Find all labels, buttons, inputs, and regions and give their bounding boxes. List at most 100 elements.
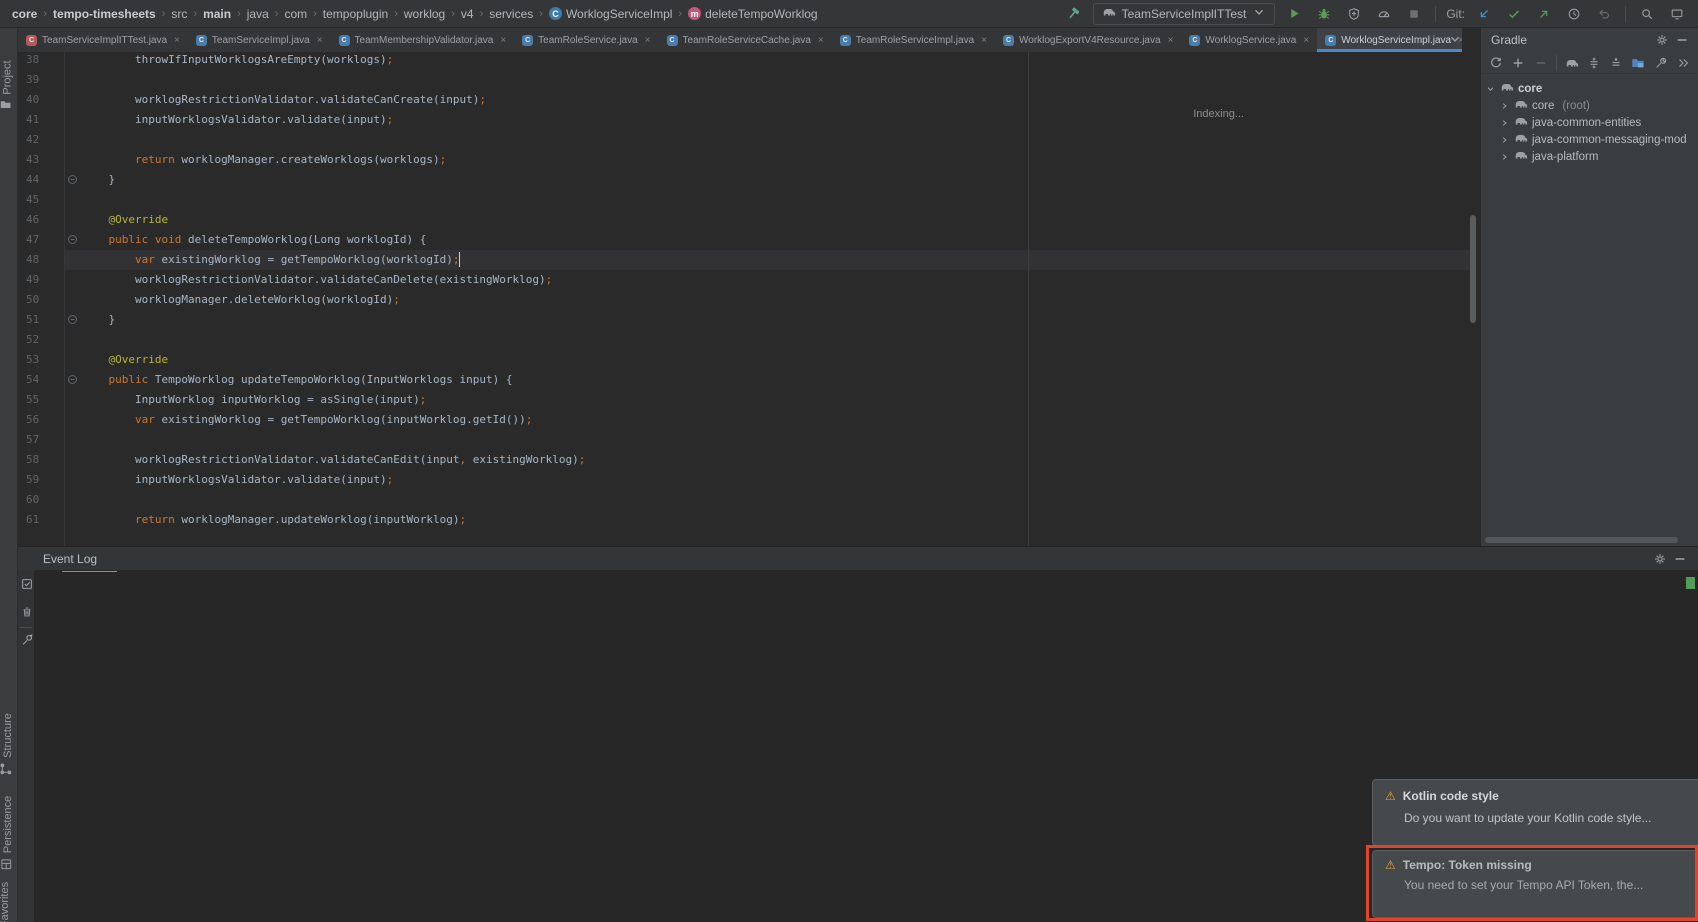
fold-marker[interactable]: −	[68, 235, 77, 244]
breadcrumb-item[interactable]: CWorklogServiceImpl	[547, 7, 674, 21]
more-icon[interactable]	[1674, 54, 1692, 72]
tab-close-icon[interactable]: ×	[981, 35, 987, 46]
breadcrumb-item[interactable]: mdeleteTempoWorklog	[686, 7, 820, 21]
fold-marker[interactable]: −	[68, 315, 77, 324]
stop-button[interactable]	[1403, 3, 1425, 25]
breadcrumb-item[interactable]: services	[487, 7, 535, 21]
remove-icon[interactable]	[1531, 54, 1549, 72]
breadcrumb-item[interactable]: java	[245, 7, 271, 21]
editor-vertical-scrollbar[interactable]	[1470, 215, 1476, 323]
tool-button-structure[interactable]: Structure	[0, 713, 16, 776]
search-everywhere-button[interactable]	[1636, 3, 1658, 25]
chevron-right-icon[interactable]	[1499, 116, 1510, 130]
tab-close-icon[interactable]: ×	[1303, 35, 1309, 46]
gear-icon[interactable]	[1644, 787, 1664, 805]
minimize-icon[interactable]	[1670, 550, 1690, 568]
breadcrumb-item[interactable]: tempoplugin	[321, 7, 390, 21]
expand-all-icon[interactable]	[1585, 54, 1603, 72]
main-toolbar: core›tempo-timesheets›src›main›java›com›…	[0, 0, 1698, 28]
git-commit-button[interactable]	[1503, 3, 1525, 25]
chevron-down-icon[interactable]	[1671, 876, 1691, 894]
git-update-button[interactable]	[1473, 3, 1495, 25]
breadcrumb-item[interactable]: com	[282, 7, 309, 21]
run-button[interactable]	[1283, 3, 1305, 25]
breadcrumb-item[interactable]: core	[10, 7, 39, 21]
tab-TeamRoleService.java[interactable]: CTeamRoleService.java×	[514, 28, 658, 52]
breadcrumb-item[interactable]: worklog	[402, 7, 447, 21]
tool-button-favorites[interactable]: ★Favorites	[0, 882, 11, 922]
chevron-right-icon[interactable]	[1499, 133, 1510, 147]
collapse-all-icon[interactable]	[1607, 54, 1625, 72]
tab-close-icon[interactable]: ×	[1168, 35, 1174, 46]
chevron-down-icon[interactable]	[1671, 809, 1691, 827]
code-line: inputWorklogsValidator.validate(input);	[82, 470, 393, 490]
tab-TeamRoleServiceImpl.java[interactable]: CTeamRoleServiceImpl.java×	[832, 28, 995, 52]
breadcrumb-item[interactable]: tempo-timesheets	[51, 7, 158, 21]
hidden-tabs-chevron-icon[interactable]	[1448, 32, 1462, 49]
fold-marker[interactable]: −	[68, 375, 77, 384]
refresh-icon[interactable]	[1487, 54, 1505, 72]
clipped-link[interactable]	[62, 570, 117, 572]
code-token: return	[135, 513, 175, 526]
gear-icon[interactable]	[1650, 550, 1670, 568]
add-icon[interactable]	[1509, 54, 1527, 72]
tab-WorklogServiceImpl.java[interactable]: CWorklogServiceImpl.java×	[1317, 28, 1462, 52]
tab-TeamRoleServiceCache.java[interactable]: CTeamRoleServiceCache.java×	[659, 28, 832, 52]
tab-TeamServiceImplITTest.java[interactable]: CTeamServiceImplITTest.java×	[18, 28, 188, 52]
minimize-icon[interactable]	[1672, 31, 1692, 49]
chevron-down-icon[interactable]	[1485, 82, 1496, 96]
tab-TeamMembershipValidator.java[interactable]: CTeamMembershipValidator.java×	[331, 28, 515, 52]
gradle-elephant-icon[interactable]	[1563, 54, 1581, 72]
breadcrumb-item[interactable]: v4	[459, 7, 476, 21]
run-configuration-select[interactable]: TeamServiceImplITTest	[1093, 3, 1276, 25]
tab-close-icon[interactable]: ×	[645, 35, 651, 46]
profiler-button[interactable]	[1373, 3, 1395, 25]
settings-wrench-icon[interactable]	[19, 632, 34, 647]
code-token: ;	[387, 473, 394, 486]
breadcrumb-item[interactable]: src	[169, 7, 189, 21]
tool-button-persistence[interactable]: Persistence	[0, 796, 16, 871]
tab-close-icon[interactable]: ×	[174, 35, 180, 46]
sources-folder-icon[interactable]	[1629, 54, 1647, 72]
fold-marker[interactable]: −	[68, 175, 77, 184]
code-token: worklogManager.deleteWorklog(worklogId)	[82, 293, 393, 306]
build-hammer-icon[interactable]	[1063, 3, 1085, 25]
gradle-horizontal-scrollbar[interactable]	[1485, 537, 1678, 543]
gear-icon[interactable]	[1652, 31, 1672, 49]
tab-close-icon[interactable]: ×	[818, 35, 824, 46]
tool-button-project[interactable]: Project	[0, 60, 15, 110]
debug-button[interactable]	[1313, 3, 1335, 25]
chevron-right-icon[interactable]	[1499, 99, 1510, 113]
tree-label: core	[1518, 83, 1542, 95]
gradle-tree-item-java-common-entities[interactable]: java-common-entities	[1481, 114, 1695, 131]
code-line: }	[82, 310, 115, 330]
event-log-header[interactable]: Event Log	[18, 546, 1698, 570]
tab-close-icon[interactable]: ×	[317, 35, 323, 46]
breadcrumb-separator: ›	[451, 8, 455, 20]
coverage-button[interactable]	[1343, 3, 1365, 25]
tool-windows-button[interactable]	[1666, 3, 1688, 25]
tab-close-icon[interactable]: ×	[500, 35, 506, 46]
clear-all-icon[interactable]	[19, 604, 34, 619]
tab-TeamServiceImpl.java[interactable]: CTeamServiceImpl.java×	[188, 28, 331, 52]
tab-WorklogService.java[interactable]: CWorklogService.java×	[1181, 28, 1317, 52]
breadcrumb-label: worklog	[404, 7, 445, 21]
git-push-button[interactable]	[1533, 3, 1555, 25]
rollback-button[interactable]	[1593, 3, 1615, 25]
tab-label: WorklogExportV4Resource.java	[1019, 35, 1161, 46]
notification-title: Kotlin code style	[1403, 789, 1637, 803]
gradle-tree-item-core[interactable]: core	[1481, 80, 1695, 97]
tab-WorklogExportV4Resource.java[interactable]: CWorklogExportV4Resource.java×	[995, 28, 1181, 52]
close-icon[interactable]	[1671, 787, 1691, 805]
toolbar-settings-icon[interactable]	[1652, 54, 1670, 72]
line-number: 55	[26, 393, 56, 406]
tree-label-suffix: (root)	[1562, 100, 1589, 112]
mark-read-icon[interactable]	[19, 576, 34, 591]
code-editor[interactable]: 38 throwIfInputWorklogsAreEmpty(worklogs…	[18, 52, 1480, 546]
gradle-tree-item-core[interactable]: core(root)	[1481, 97, 1695, 114]
gradle-tree-item-java-platform[interactable]: java-platform	[1481, 148, 1695, 165]
history-button[interactable]	[1563, 3, 1585, 25]
gradle-tree-item-java-common-messaging-mod[interactable]: java-common-messaging-mod	[1481, 131, 1695, 148]
chevron-right-icon[interactable]	[1499, 150, 1510, 164]
breadcrumb-item[interactable]: main	[201, 7, 233, 21]
